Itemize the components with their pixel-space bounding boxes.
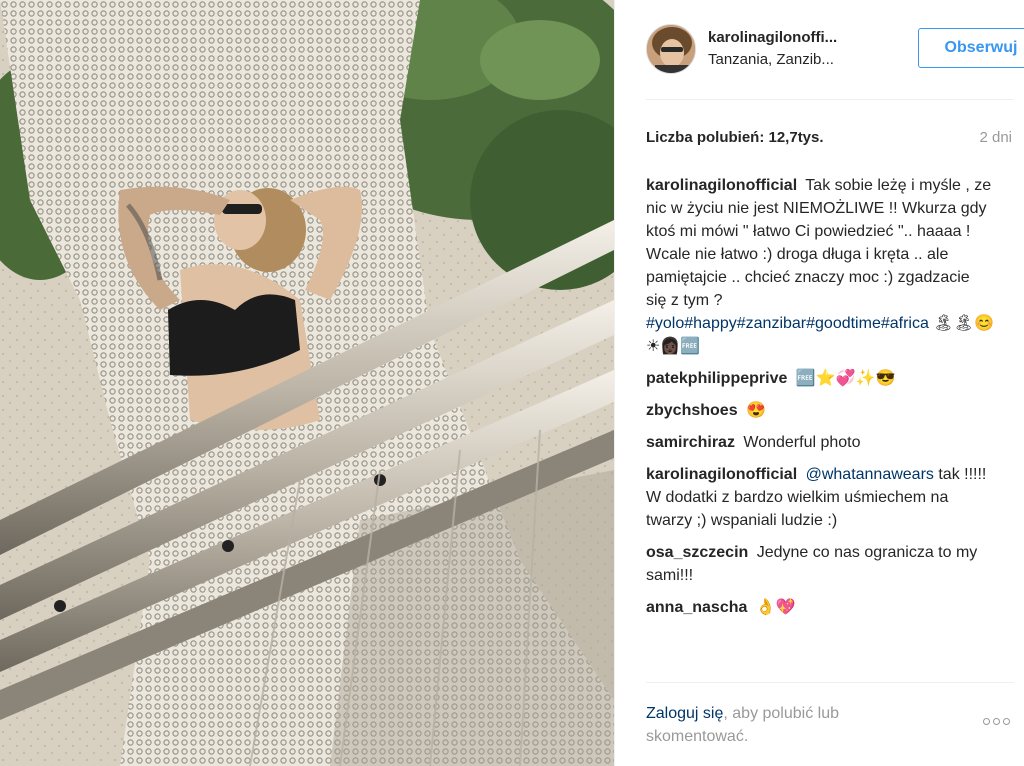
dot-icon xyxy=(1003,718,1010,725)
list-item: karolinagilonofficial @whatannawears tak… xyxy=(646,463,994,532)
comment-username[interactable]: anna_nascha xyxy=(646,599,747,616)
comment-mention[interactable]: @whatannawears xyxy=(806,466,934,483)
comment-text: 😍 xyxy=(746,402,766,419)
list-item: anna_nascha 👌💖 xyxy=(646,596,994,619)
list-item: zbychshoes 😍 xyxy=(646,399,994,422)
list-item: osa_szczecin Jedyne co nas ogranicza to … xyxy=(646,541,994,587)
comment-text: 👌💖 xyxy=(755,599,796,616)
comment-username[interactable]: karolinagilonofficial xyxy=(646,177,797,194)
comment-username[interactable]: osa_szczecin xyxy=(646,544,748,561)
user-info: karolinagilonoffi... Tanzania, Zanzib... xyxy=(708,29,878,68)
caption-comment: karolinagilonofficial Tak sobie leżę i m… xyxy=(646,174,994,358)
login-prompt: Zaloguj się, aby polubić lub skomentować… xyxy=(646,702,906,748)
avatar[interactable] xyxy=(646,24,696,74)
likes-count[interactable]: Liczba polubień: 12,7tys. xyxy=(646,129,824,146)
comment-text: 🆓⭐💞✨😎 xyxy=(795,370,896,387)
list-item: patekphilippeprive 🆓⭐💞✨😎 xyxy=(646,367,994,390)
post-photo xyxy=(0,0,614,766)
follow-button[interactable]: Obserwuj xyxy=(918,28,1024,68)
more-options-icon[interactable] xyxy=(983,712,1015,725)
hammock-photo xyxy=(0,0,614,766)
comment-username[interactable]: samirchiraz xyxy=(646,434,735,451)
post-details-panel: karolinagilonoffi... Tanzania, Zanzib...… xyxy=(614,0,1024,766)
post-age[interactable]: 2 dni xyxy=(979,129,1012,146)
post-header: karolinagilonoffi... Tanzania, Zanzib...… xyxy=(646,22,1024,78)
comment-username[interactable]: karolinagilonofficial xyxy=(646,466,797,483)
comment-username[interactable]: zbychshoes xyxy=(646,402,738,419)
comment-text: Tak sobie leżę i myśle , ze nic w życiu … xyxy=(646,177,992,309)
dot-icon xyxy=(993,718,1000,725)
comments-list[interactable]: karolinagilonofficial Tak sobie leżę i m… xyxy=(646,174,994,680)
location-link[interactable]: Tanzania, Zanzib... xyxy=(708,51,878,68)
dot-icon xyxy=(983,718,990,725)
list-item: samirchiraz Wonderful photo xyxy=(646,431,994,454)
divider xyxy=(646,682,1014,683)
avatar-image xyxy=(647,25,695,73)
caption-hashtags[interactable]: #yolo#happy#zanzibar#goodtime#africa xyxy=(646,315,929,332)
username-link[interactable]: karolinagilonoffi... xyxy=(708,29,878,46)
divider xyxy=(646,99,1014,100)
comment-text: Wonderful photo xyxy=(743,434,861,451)
login-link[interactable]: Zaloguj się xyxy=(646,705,723,722)
comment-username[interactable]: patekphilippeprive xyxy=(646,370,787,387)
